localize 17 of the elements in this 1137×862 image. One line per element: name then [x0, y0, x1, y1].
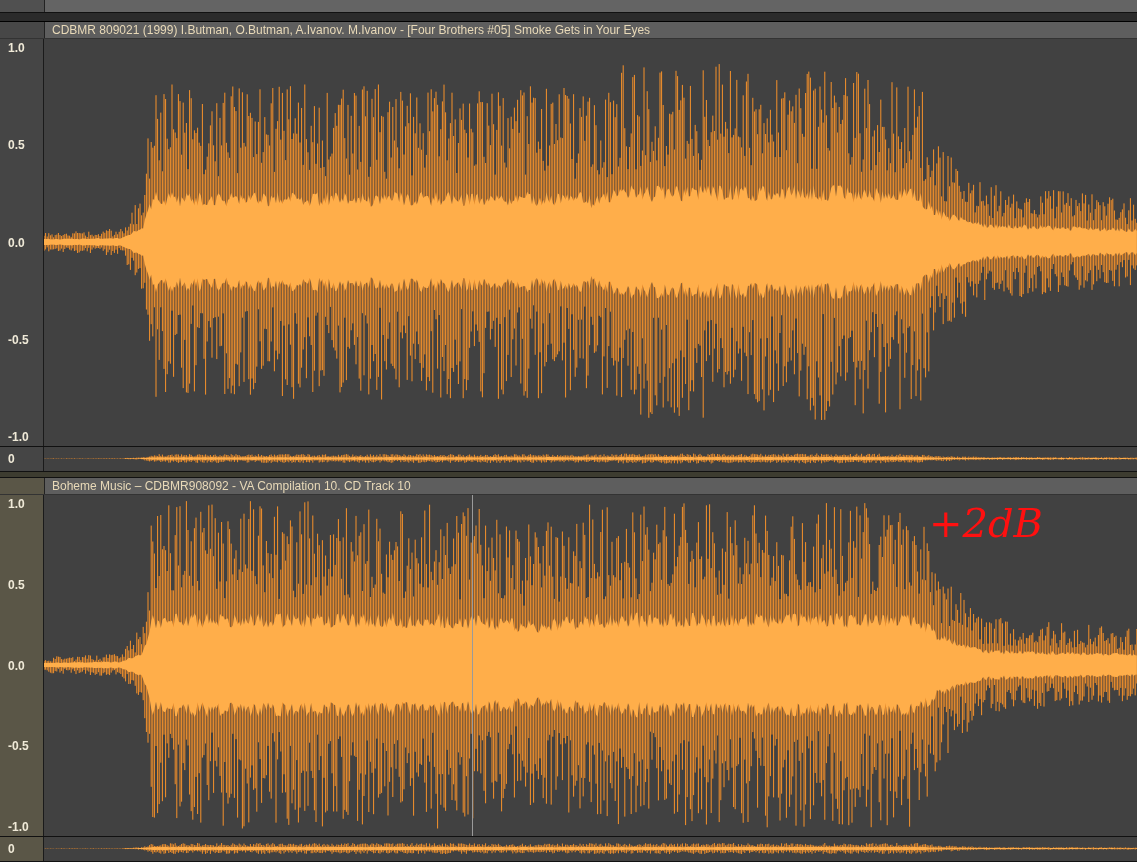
- handwritten-note: +2dB: [929, 501, 1043, 545]
- corner-panel: [0, 0, 45, 12]
- axis-label: -1.0: [7, 820, 30, 834]
- axis-label: 1.0: [7, 497, 26, 511]
- axis-label: 0.0: [7, 235, 26, 250]
- axis-label: -0.5: [7, 332, 30, 347]
- track-title: Boheme Music – CDBMR908092 - VA Compilation 10. CD Track 10: [45, 478, 1137, 494]
- axis-label: 0.5: [7, 577, 26, 592]
- axis-label: 0: [7, 842, 15, 856]
- axis-label: -0.5: [7, 739, 30, 754]
- playhead-line[interactable]: [472, 495, 473, 836]
- track-title: CDBMR 809021 (1999) I.Butman, O.Butman, A.Ivanov. M.Ivanov - [Four Brothers #05] Smoke Gets in Your Eyes: [45, 22, 1137, 39]
- axis-label: 0: [7, 452, 15, 467]
- axis-label: 1.0: [7, 41, 26, 56]
- axis-label: 0.0: [7, 658, 26, 673]
- axis-label: 0.5: [7, 138, 26, 153]
- axis-label: -1.0: [7, 430, 30, 445]
